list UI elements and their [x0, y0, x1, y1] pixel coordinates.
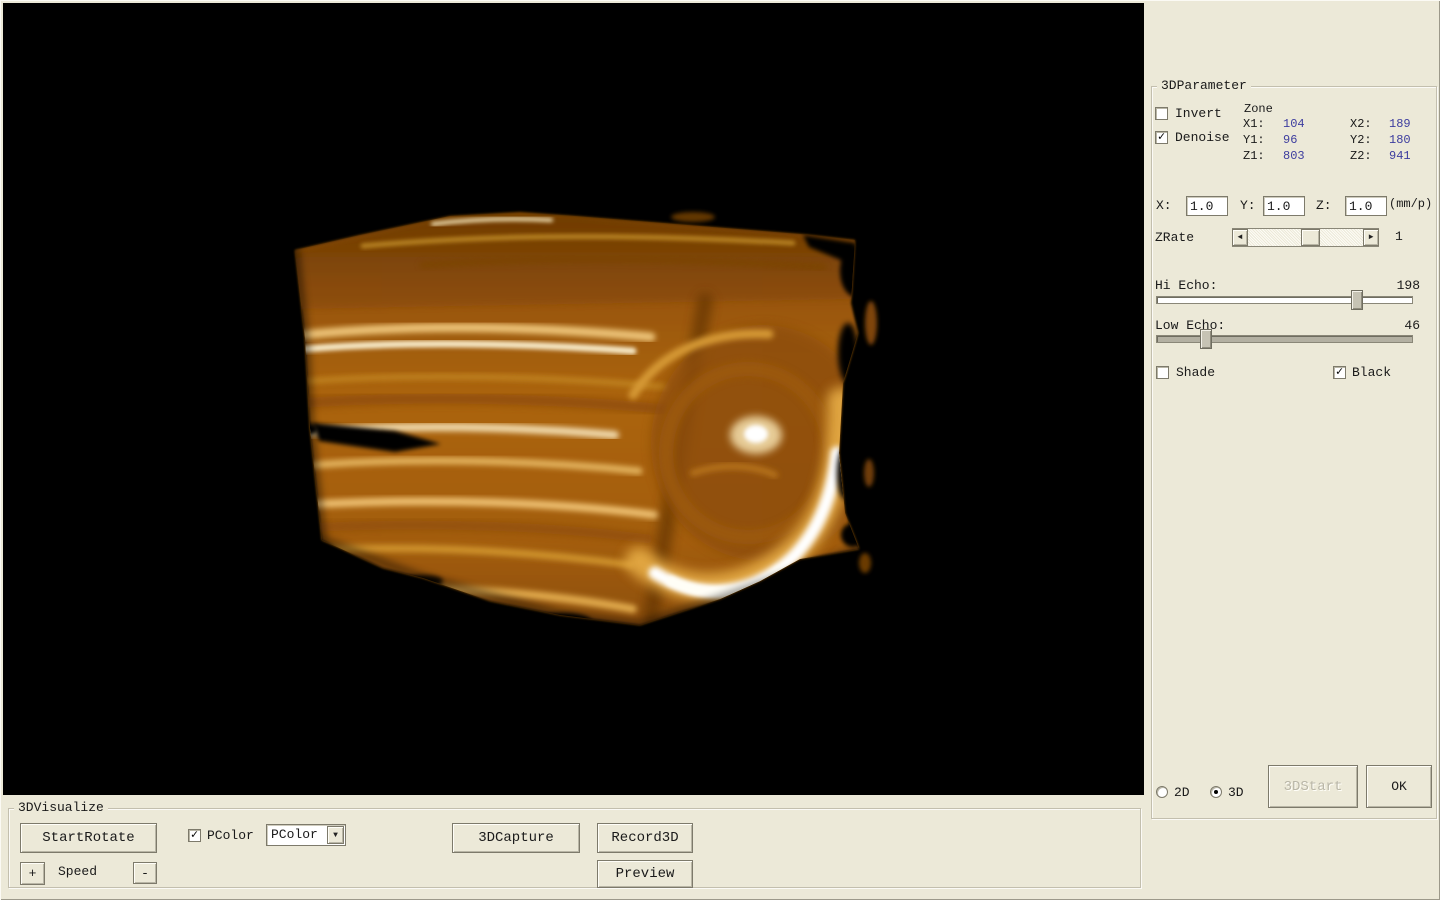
- zone-x2-value: 189: [1389, 117, 1411, 131]
- capture3d-button[interactable]: 3DCapture: [452, 823, 580, 853]
- checkmark-icon: ✓: [189, 830, 200, 841]
- pcolor-dropdown[interactable]: PColor ▼: [266, 824, 346, 846]
- zrate-scrollbar[interactable]: ◄ ►: [1232, 228, 1379, 247]
- shade-checkbox[interactable]: [1156, 366, 1169, 379]
- zone-z1-value: 803: [1283, 149, 1305, 163]
- zone-y1-value: 96: [1283, 133, 1297, 147]
- zrate-scroll-left-icon[interactable]: ◄: [1232, 229, 1248, 246]
- record3d-button[interactable]: Record3D: [597, 823, 693, 853]
- hi-echo-slider-thumb[interactable]: [1351, 290, 1363, 310]
- denoise-label: Denoise: [1175, 130, 1230, 145]
- zone-z2-label: Z2:: [1350, 149, 1372, 163]
- zrate-value: 1: [1395, 229, 1403, 244]
- preview-button[interactable]: Preview: [597, 860, 693, 888]
- render-viewport[interactable]: [3, 3, 1144, 795]
- zone-label: Zone: [1244, 102, 1273, 116]
- checkmark-icon: ✓: [1156, 132, 1167, 143]
- hi-echo-label: Hi Echo:: [1155, 278, 1217, 293]
- zone-x1-label: X1:: [1243, 117, 1265, 131]
- parameter-group-title: 3DParameter: [1157, 79, 1251, 93]
- pcolor-dropdown-value: PColor: [271, 827, 318, 843]
- scale-x-label: X:: [1156, 198, 1172, 213]
- scale-z-input[interactable]: [1345, 196, 1387, 216]
- ok-button[interactable]: OK: [1366, 765, 1432, 808]
- start-rotate-button[interactable]: StartRotate: [20, 823, 157, 853]
- denoise-checkbox[interactable]: ✓: [1155, 131, 1168, 144]
- low-echo-label: Low Echo:: [1155, 318, 1225, 333]
- mode-3d-radio[interactable]: [1210, 786, 1222, 798]
- zone-y2-label: Y2:: [1350, 133, 1372, 147]
- zrate-label: ZRate: [1155, 230, 1194, 245]
- zone-y1-label: Y1:: [1243, 133, 1265, 147]
- shade-label: Shade: [1176, 365, 1215, 380]
- low-echo-slider-thumb[interactable]: [1200, 329, 1212, 349]
- scale-y-label: Y:: [1240, 198, 1256, 213]
- invert-label: Invert: [1175, 106, 1222, 121]
- zone-z1-label: Z1:: [1243, 149, 1265, 163]
- low-echo-value: 46: [1375, 318, 1420, 333]
- zone-y2-value: 180: [1389, 133, 1411, 147]
- hi-echo-slider[interactable]: [1156, 296, 1413, 304]
- start3d-button[interactable]: 3DStart: [1268, 765, 1358, 808]
- black-checkbox[interactable]: ✓: [1333, 366, 1346, 379]
- volume-render: [3, 3, 1144, 795]
- pcolor-label: PColor: [207, 828, 254, 843]
- mode-2d-label: 2D: [1174, 785, 1190, 800]
- scale-x-input[interactable]: [1186, 196, 1228, 216]
- low-echo-slider[interactable]: [1156, 335, 1413, 343]
- speed-minus-button[interactable]: -: [133, 862, 157, 884]
- zone-x1-value: 104: [1283, 117, 1305, 131]
- visualize-group-title: 3DVisualize: [14, 801, 108, 815]
- scale-unit-label: (mm/p): [1389, 197, 1432, 211]
- black-label: Black: [1352, 365, 1391, 380]
- zone-x2-label: X2:: [1350, 117, 1372, 131]
- zone-z2-value: 941: [1389, 149, 1411, 163]
- pcolor-checkbox[interactable]: ✓: [188, 829, 201, 842]
- mode-3d-label: 3D: [1228, 785, 1244, 800]
- invert-checkbox[interactable]: [1155, 107, 1168, 120]
- scale-y-input[interactable]: [1263, 196, 1305, 216]
- zrate-scrollbar-thumb[interactable]: [1301, 229, 1320, 246]
- speed-plus-button[interactable]: +: [20, 862, 45, 885]
- mode-2d-radio[interactable]: [1156, 786, 1168, 798]
- zrate-scroll-right-icon[interactable]: ►: [1363, 229, 1379, 246]
- scale-z-label: Z:: [1316, 198, 1332, 213]
- hi-echo-value: 198: [1375, 278, 1420, 293]
- speed-label: Speed: [58, 864, 97, 879]
- chevron-down-icon[interactable]: ▼: [327, 826, 344, 844]
- radio-dot: [1214, 790, 1218, 794]
- checkmark-icon: ✓: [1334, 367, 1345, 378]
- app-window: 3DParameter Invert ✓ Denoise Zone X1: 10…: [0, 0, 1440, 900]
